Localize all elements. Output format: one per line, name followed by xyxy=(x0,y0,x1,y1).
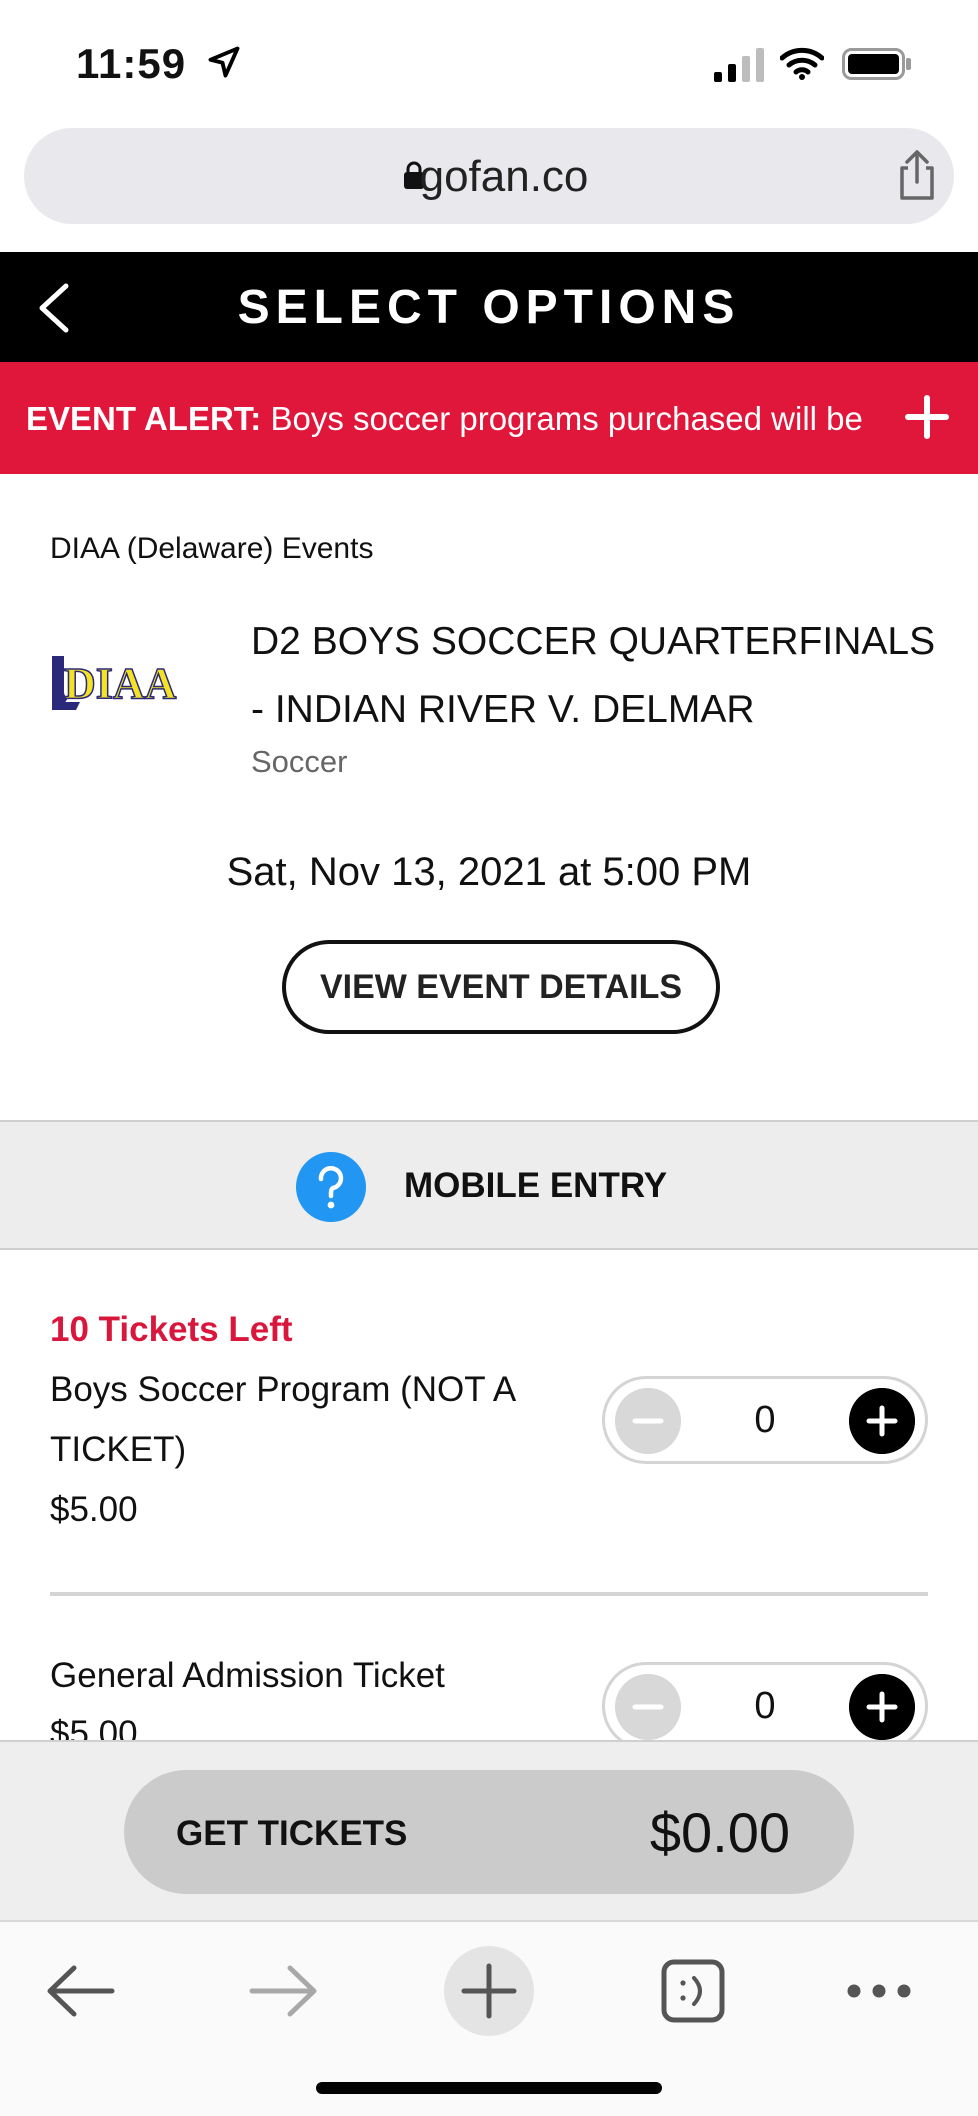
status-time: 11:59 xyxy=(76,40,187,87)
get-tickets-label: GET TICKETS xyxy=(176,1814,408,1853)
total-amount: $0.00 xyxy=(649,1801,790,1864)
app-header: SELECT OPTIONS xyxy=(0,252,978,362)
ticket-item-name: Boys Soccer Program (NOT A TICKET) xyxy=(50,1370,515,1469)
share-icon[interactable] xyxy=(894,148,940,202)
svg-text:DIAA: DIAA xyxy=(64,659,177,708)
event-title: D2 BOYS SOCCER QUARTERFINALS - INDIAN RI… xyxy=(251,620,936,731)
ticket-item-price: $5.00 xyxy=(50,1490,138,1529)
event-date: Sat, Nov 13, 2021 at 5:00 PM xyxy=(226,850,752,894)
event-alert-banner[interactable]: EVENT ALERT: Boys soccer programs purcha… xyxy=(0,362,978,474)
battery-icon xyxy=(842,48,911,80)
status-bar: 11:59 xyxy=(0,0,978,128)
alert-message: Boys soccer programs purchased will be xyxy=(261,400,863,437)
quantity-stepper: 0 xyxy=(602,1662,928,1750)
plus-button[interactable] xyxy=(849,1674,915,1740)
mobile-entry-row[interactable]: MOBILE ENTRY xyxy=(0,1120,978,1250)
more-icon[interactable] xyxy=(834,1946,924,2036)
tickets-left-badge: 10 Tickets Left xyxy=(50,1310,293,1349)
back-arrow-icon[interactable] xyxy=(36,1946,126,2036)
organization-name: DIAA (Delaware) Events xyxy=(50,532,374,565)
page-title: SELECT OPTIONS xyxy=(237,281,741,334)
location-arrow-icon xyxy=(208,46,240,78)
ticket-item-name: General Admission Ticket xyxy=(50,1656,445,1695)
event-sport: Soccer xyxy=(251,744,348,779)
plus-button[interactable] xyxy=(849,1388,915,1454)
address-bar[interactable]: gofan.co xyxy=(24,128,954,224)
checkout-bar: GET TICKETS $0.00 xyxy=(0,1740,978,1920)
forward-arrow-icon[interactable] xyxy=(238,1946,328,2036)
tabs-icon[interactable] xyxy=(648,1946,738,2036)
diaa-logo: DIAA xyxy=(52,656,177,710)
divider xyxy=(50,1592,928,1596)
quantity-stepper: 0 xyxy=(602,1376,928,1464)
question-mark-icon[interactable] xyxy=(296,1152,366,1222)
new-tab-plus-icon[interactable] xyxy=(444,1946,534,2036)
cellular-signal-icon xyxy=(714,48,764,82)
alert-label: EVENT ALERT: xyxy=(26,400,262,437)
url-text: gofan.co xyxy=(24,152,954,202)
home-indicator xyxy=(316,2082,662,2094)
url-value: gofan.co xyxy=(419,152,589,201)
get-tickets-button[interactable]: GET TICKETS $0.00 xyxy=(124,1770,854,1894)
wifi-icon xyxy=(780,47,824,80)
mobile-entry-label: MOBILE ENTRY xyxy=(404,1166,668,1205)
alert-text: EVENT ALERT: Boys soccer programs purcha… xyxy=(26,400,863,438)
plus-icon[interactable] xyxy=(902,392,952,442)
view-event-details-button[interactable]: VIEW EVENT DETAILS xyxy=(282,940,720,1034)
